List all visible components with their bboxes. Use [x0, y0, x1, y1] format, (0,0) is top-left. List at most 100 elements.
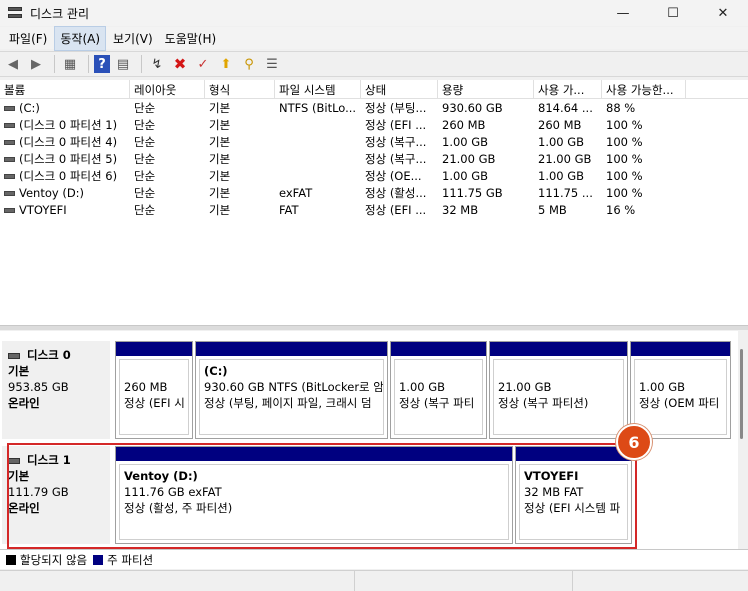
scrollbar-thumb[interactable]: [740, 349, 743, 439]
disk-size: 111.79 GB: [8, 485, 69, 499]
check-icon[interactable]: ✓: [193, 54, 213, 74]
connect-icon[interactable]: ↯: [147, 54, 167, 74]
partition-ventoy[interactable]: Ventoy (D:) 111.76 GB exFAT 정상 (활성, 주 파티…: [115, 446, 513, 544]
partition-c[interactable]: (C:) 930.60 GB NTFS (BitLocker로 암호 정상 (부…: [195, 341, 388, 439]
maximize-button[interactable]: ☐: [648, 0, 698, 26]
partition-recovery-1[interactable]: 1.00 GB 정상 (복구 파티: [390, 341, 487, 439]
cell-type: 기본: [205, 100, 275, 116]
column-type[interactable]: 형식: [205, 80, 275, 98]
table-row[interactable]: (디스크 0 파티션 1) 단순 기본 정상 (EFI ... 260 MB 260 MB…: [0, 116, 748, 133]
column-layout[interactable]: 레이아웃: [130, 80, 205, 98]
minimize-button[interactable]: —: [598, 0, 648, 26]
table-row[interactable]: VTOYEFI 단순 기본 FAT 정상 (EFI ... 32 MB 5 MB 16 %: [0, 201, 748, 218]
table-row[interactable]: (C:) 단순 기본 NTFS (BitLo... 정상 (부팅... 930.60 GB…: [0, 99, 748, 116]
disk-0-info[interactable]: 디스크 0 기본 953.85 GB 온라인: [2, 341, 110, 439]
legend-unallocated: 할당되지 않음: [20, 552, 88, 567]
delete-icon[interactable]: ✖: [170, 54, 190, 74]
disk-1-info[interactable]: 디스크 1 기본 111.79 GB 온라인: [2, 446, 110, 544]
toolbar: ◀ ▶ ▦ ? ▤ ↯ ✖ ✓ ⬆ ⚲ ☰: [0, 51, 748, 77]
forward-icon[interactable]: ▶: [26, 54, 46, 74]
cell-text: 정상 (부팅...: [365, 100, 427, 115]
column-percent-free[interactable]: 사용 가능한...: [602, 80, 686, 98]
cell-text: 1.00 GB: [538, 134, 585, 149]
table-row[interactable]: Ventoy (D:) 단순 기본 exFAT 정상 (활성... 111.75 GB 11…: [0, 184, 748, 201]
cell-layout: 단순: [130, 185, 205, 201]
close-button[interactable]: ✕: [698, 0, 748, 26]
partition-vtoyefi[interactable]: VTOYEFI 32 MB FAT 정상 (EFI 시스템 파: [515, 446, 632, 544]
column-volume[interactable]: 볼륨: [0, 80, 130, 98]
volume-list[interactable]: 볼륨 레이아웃 형식 파일 시스템 상태 용량 사용 가... 사용 가능한..…: [0, 80, 748, 325]
table-row[interactable]: (디스크 0 파티션 4) 단순 기본 정상 (복구... 1.00 GB 1.00 GB…: [0, 133, 748, 150]
cell-text: 정상 (EFI ...: [365, 117, 427, 132]
disk-name: 디스크 1: [27, 453, 71, 467]
partition-efi[interactable]: 260 MB 정상 (EFI 시: [115, 341, 193, 439]
cell-text: 100 %: [606, 168, 643, 183]
properties-icon[interactable]: ▤: [113, 54, 133, 74]
list-icon[interactable]: ☰: [262, 54, 282, 74]
legend: 할당되지 않음 주 파티션: [0, 549, 748, 569]
help-icon[interactable]: ?: [94, 55, 110, 73]
cell-text: 기본: [209, 117, 231, 132]
partition-recovery-2[interactable]: 21.00 GB 정상 (복구 파티션): [489, 341, 628, 439]
disk-type: 기본: [8, 364, 30, 378]
cell-percent-free: 100 %: [602, 169, 686, 183]
back-icon[interactable]: ◀: [3, 54, 23, 74]
table-row[interactable]: (디스크 0 파티션 5) 단순 기본 정상 (복구... 21.00 GB 21.00 …: [0, 150, 748, 167]
disk-view-scrollbar[interactable]: [738, 331, 748, 549]
cell-status: 정상 (부팅...: [361, 100, 438, 116]
menu-action[interactable]: 동작(A): [54, 25, 107, 51]
pane-splitter[interactable]: [0, 325, 748, 330]
partition-status: 정상 (OEM 파티: [639, 396, 720, 410]
upload-icon[interactable]: ⬆: [216, 54, 236, 74]
partition-size: 930.60 GB NTFS (BitLocker로 암호: [204, 380, 384, 394]
console-tree-icon[interactable]: ▦: [60, 54, 80, 74]
cell-percent-free: 100 %: [602, 152, 686, 166]
cell-text: exFAT: [279, 185, 313, 200]
cell-capacity: 111.75 GB: [438, 186, 534, 200]
search-icon[interactable]: ⚲: [239, 54, 259, 74]
status-segment: [573, 571, 748, 591]
partition-size: 1.00 GB: [399, 380, 446, 394]
cell-percent-free: 100 %: [602, 135, 686, 149]
cell-free-space: 21.00 GB: [534, 152, 602, 166]
partition-size: 1.00 GB: [639, 380, 686, 394]
column-capacity[interactable]: 용량: [438, 80, 534, 98]
cell-text: 단순: [134, 185, 156, 200]
cell-text: 1.00 GB: [442, 134, 489, 149]
cell-text: 기본: [209, 202, 231, 217]
cell-volume: (디스크 0 파티션 6): [0, 168, 130, 184]
menu-view[interactable]: 보기(V): [108, 27, 158, 50]
partition-oem[interactable]: 1.00 GB 정상 (OEM 파티: [630, 341, 731, 439]
cell-text: 정상 (OE...: [365, 168, 422, 183]
status-segment: [355, 571, 573, 591]
cell-text: 100 %: [606, 134, 643, 149]
disk-management-icon: [8, 7, 22, 19]
cell-text: (디스크 0 파티션 4): [19, 134, 118, 149]
disk-1-row: 디스크 1 기본 111.79 GB 온라인 Ventoy (D:) 111.7…: [2, 446, 736, 544]
volume-icon: [4, 122, 15, 128]
cell-text: 260 MB: [442, 117, 486, 132]
cell-status: 정상 (EFI ...: [361, 202, 438, 218]
menu-file[interactable]: 파일(F): [4, 27, 52, 50]
column-file-system[interactable]: 파일 시스템: [275, 80, 361, 98]
menu-help[interactable]: 도움말(H): [160, 27, 222, 50]
volume-icon: [4, 190, 15, 196]
cell-capacity: 1.00 GB: [438, 135, 534, 149]
column-free-space[interactable]: 사용 가...: [534, 80, 602, 98]
cell-text: (디스크 0 파티션 1): [19, 117, 118, 132]
cell-capacity: 1.00 GB: [438, 169, 534, 183]
cell-status: 정상 (EFI ...: [361, 117, 438, 133]
cell-percent-free: 100 %: [602, 118, 686, 132]
cell-text: 5 MB: [538, 202, 567, 217]
table-row[interactable]: (디스크 0 파티션 6) 단순 기본 정상 (OE... 1.00 GB 1.00 GB…: [0, 167, 748, 184]
cell-text: 100 %: [606, 185, 643, 200]
partition-size: 32 MB FAT: [524, 485, 584, 499]
disk-status: 온라인: [8, 396, 40, 410]
partition-size: 21.00 GB: [498, 380, 552, 394]
column-status[interactable]: 상태: [361, 80, 438, 98]
primary-partition-bar: [116, 447, 512, 461]
primary-partition-bar: [196, 342, 387, 356]
cell-text: NTFS (BitLo...: [279, 100, 357, 115]
cell-type: 기본: [205, 202, 275, 218]
cell-text: 260 MB: [538, 117, 582, 132]
